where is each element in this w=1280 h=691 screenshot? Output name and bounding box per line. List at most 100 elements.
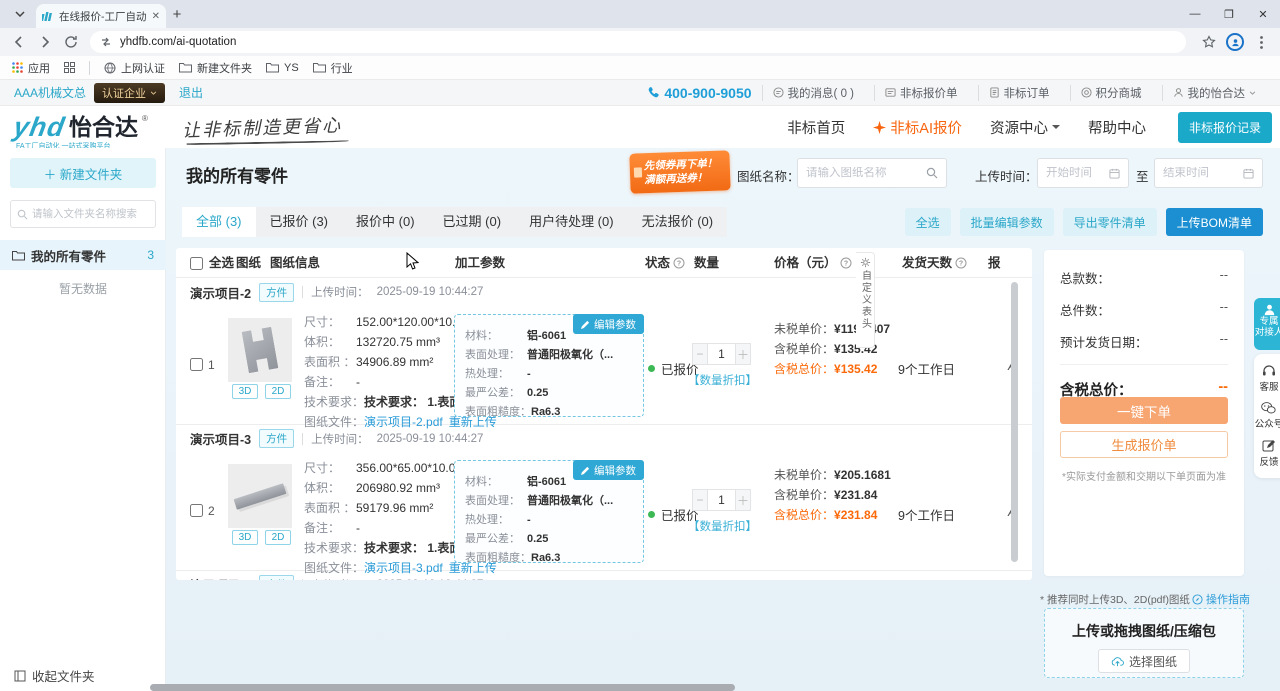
start-time-input[interactable] [1046,167,1109,179]
bookmark-item[interactable]: 行业 [313,60,353,76]
back-icon[interactable] [6,29,32,55]
tab-close-icon[interactable]: ✕ [152,11,160,22]
export-parts-button[interactable]: 导出零件清单 [1063,208,1157,236]
forward-icon[interactable] [32,29,58,55]
nav-ai-quote[interactable]: 非标AI报价 [873,117,962,138]
quotation-list-link[interactable]: 非标报价单 [874,85,968,101]
roughness-value: Ra6.3 [531,403,560,422]
my-messages-link[interactable]: 我的消息( 0 ) [762,85,864,101]
quantity-input[interactable] [708,489,735,511]
batch-edit-params-button[interactable]: 批量编辑参数 [960,208,1054,236]
project-name: 演示项目-1 [190,575,251,580]
tab-unquotable[interactable]: 无法报价 (0) [628,207,728,237]
drawing-name-filter[interactable] [797,158,947,188]
table-vertical-scrollbar[interactable] [1011,282,1018,562]
guide-link[interactable]: 操作指南 [1192,591,1250,607]
feedback-button[interactable]: 反馈 [1259,439,1278,468]
edit-params-button[interactable]: 编辑参数 [573,314,644,334]
one-click-order-button[interactable]: 一键下单 [1060,397,1228,424]
choose-drawing-button[interactable]: 选择图纸 [1098,649,1190,673]
help-icon[interactable]: ? [955,257,967,269]
page-title: 我的所有零件 [186,162,288,187]
nav-resources[interactable]: 资源中心 [990,117,1060,138]
site-settings-icon[interactable] [100,36,112,48]
folder-search[interactable] [10,200,156,228]
tab-search-icon[interactable] [8,2,32,26]
browser-tab[interactable]: 在线报价-工厂自动化零部件一… ✕ [36,4,166,28]
reading-list-icon[interactable] [64,62,75,73]
tab-quoting[interactable]: 报价中 (0) [342,207,429,237]
window-close-icon[interactable]: ✕ [1246,1,1280,27]
bookmark-apps[interactable]: 应用 [12,60,50,76]
window-minimize-icon[interactable]: — [1178,1,1212,27]
logout-link[interactable]: 退出 [179,84,203,101]
quantity-stepper: − ＋ [692,343,751,365]
quote-records-button[interactable]: 非标报价记录 [1178,112,1272,143]
brand-slogan: 让非标制造更省心 [182,111,343,143]
horizontal-scrollbar-thumb[interactable] [150,684,735,691]
tab-all[interactable]: 全部 (3) [182,207,256,237]
drawing-file-link[interactable]: 演示项目-2.pdf [364,412,443,432]
row-checkbox[interactable] [190,504,203,517]
wechat-official-button[interactable]: 公众号 [1255,402,1280,430]
sidebar-item-all-parts[interactable]: 我的所有零件 3 [0,240,166,270]
view-3d-button[interactable]: 3D [232,530,258,545]
end-time-input[interactable] [1163,167,1243,179]
help-icon[interactable]: ? [673,257,685,269]
upload-dropzone[interactable]: 上传或拖拽图纸/压缩包 选择图纸 [1044,608,1244,678]
select-all-button[interactable]: 全选 [905,208,951,236]
view-2d-button[interactable]: 2D [265,530,291,545]
promo-banner[interactable]: 先领券再下单！ 满额再送券！ [629,150,730,193]
drawing-file-link[interactable]: 演示项目-3.pdf [364,558,443,578]
orders-link[interactable]: 非标订单 [978,85,1060,101]
quantity-increase-button[interactable]: ＋ [735,489,751,511]
tab-quoted[interactable]: 已报价 (3) [256,207,343,237]
dedicated-contact-button[interactable]: 专属对接人 [1254,298,1280,350]
collapse-folders-button[interactable]: 收起文件夹 [14,666,95,685]
my-account-menu[interactable]: 我的怡合达 [1162,85,1267,101]
quantity-input[interactable] [708,343,735,365]
start-time-filter[interactable] [1037,158,1129,188]
custom-header-tab[interactable]: 自定义表头 [856,252,875,348]
quantity-discount-link[interactable]: 【数量折扣】 [688,518,757,534]
bookmark-item[interactable]: 上网认证 [104,60,165,76]
drawing-name-input[interactable] [806,167,926,179]
refresh-icon[interactable] [58,29,84,55]
points-mall-link[interactable]: 积分商城 [1070,85,1152,101]
part-thumbnail-box[interactable] [228,318,292,382]
part-row: 2 3D 2D 尺寸：356.00*65.00*10.00... 体积：2069… [176,452,1032,570]
quantity-discount-link[interactable]: 【数量折扣】 [688,372,757,388]
profile-avatar[interactable] [1222,29,1248,55]
new-folder-button[interactable]: ＋ 新建文件夹 [10,158,156,188]
row-checkbox[interactable] [190,358,203,371]
select-all-checkbox[interactable] [190,257,203,270]
certified-badge[interactable]: 认证企业 [94,83,165,103]
menu-dots-icon[interactable] [1248,29,1274,55]
new-tab-button[interactable]: + [166,3,188,25]
quantity-decrease-button[interactable]: − [692,343,708,365]
generate-quotation-button[interactable]: 生成报价单 [1060,431,1228,458]
window-restore-icon[interactable]: ❐ [1212,1,1246,27]
view-2d-button[interactable]: 2D [265,384,291,399]
nav-home[interactable]: 非标首页 [787,117,845,138]
bookmark-star-icon[interactable] [1196,29,1222,55]
horizontal-scrollbar[interactable] [0,684,1280,691]
address-bar[interactable]: yhdfb.com/ai-quotation [90,31,1186,53]
upload-bom-button[interactable]: 上传BOM清单 [1166,208,1263,236]
brand-logo[interactable]: yhd 怡合达 ® FA工厂自动化 一站式采购平台 [14,114,148,140]
folder-search-input[interactable] [32,208,142,220]
tab-expired[interactable]: 已过期 (0) [429,207,516,237]
view-3d-button[interactable]: 3D [232,384,258,399]
quantity-decrease-button[interactable]: − [692,489,708,511]
bookmark-item[interactable]: YS [266,62,299,74]
part-thumbnail-box[interactable] [228,464,292,528]
help-icon[interactable]: ? [840,257,852,269]
quantity-increase-button[interactable]: ＋ [735,343,751,365]
nav-help[interactable]: 帮助中心 [1088,117,1146,138]
edit-params-button[interactable]: 编辑参数 [573,460,644,480]
end-time-filter[interactable] [1154,158,1263,188]
account-name[interactable]: AAA机械文总 [14,84,86,101]
customer-service-button[interactable]: 客服 [1259,364,1278,393]
bookmark-item[interactable]: 新建文件夹 [179,60,252,76]
tab-pending[interactable]: 用户待处理 (0) [515,207,628,237]
